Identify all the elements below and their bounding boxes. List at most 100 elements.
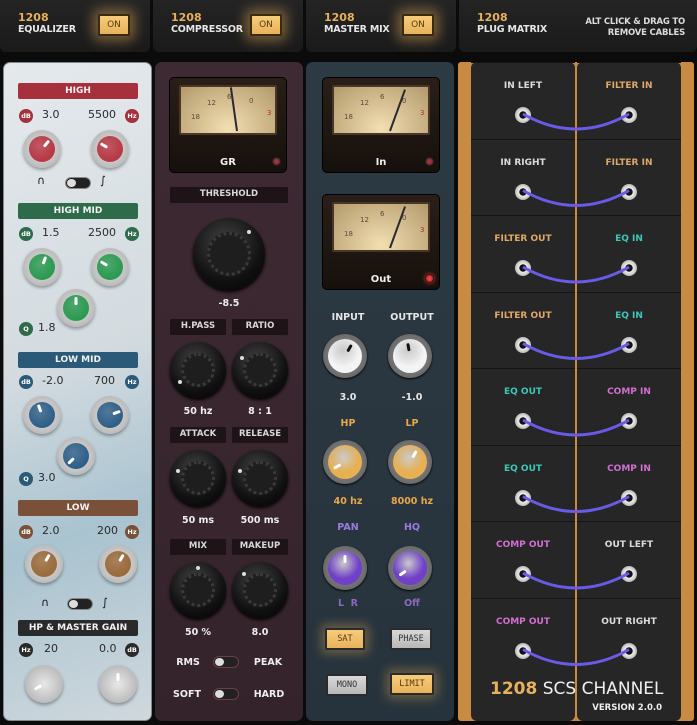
knob-gear xyxy=(181,353,215,387)
low-gain-knob[interactable] xyxy=(25,545,63,583)
db-unit-badge: dB xyxy=(125,643,139,657)
threshold-knob[interactable] xyxy=(193,218,265,290)
low-mid-q-knob[interactable] xyxy=(57,437,95,475)
patch-jack[interactable] xyxy=(621,413,637,429)
hz-unit-badge: Hz xyxy=(125,375,139,389)
knob-cap xyxy=(97,402,123,428)
meter-scale-label: 18 xyxy=(191,113,200,121)
input-knob[interactable] xyxy=(323,334,367,378)
meter-label: GR xyxy=(220,157,236,168)
hq-knob[interactable] xyxy=(388,546,432,590)
low-mid-freq-value: 700 xyxy=(94,374,115,387)
equalizer-on-button[interactable]: ON xyxy=(98,14,130,36)
compressor-panel: 18 12 6 0 3 GR THRESHOLD -8.5 H.PASS RATIO 5… xyxy=(155,62,303,721)
patch-cell-left: FILTER OUT xyxy=(471,291,575,368)
patch-jack[interactable] xyxy=(515,260,531,276)
meter-label: In xyxy=(375,157,387,168)
knob-position-dot xyxy=(196,566,200,570)
low-freq-knob[interactable] xyxy=(99,545,137,583)
shelf-curve-icon: ∫ xyxy=(100,174,106,187)
patch-jack[interactable] xyxy=(621,566,637,582)
product-brand: 1208 xyxy=(490,679,538,699)
patch-jack[interactable] xyxy=(621,260,637,276)
soft-hard-toggle[interactable] xyxy=(213,688,239,700)
master-mix-on-button[interactable]: ON xyxy=(402,14,434,36)
meter-needle xyxy=(388,206,406,249)
plug-matrix-header: 1208 PLUG MATRIX ALT CLICK & DRAG TO REMO… xyxy=(459,0,697,52)
low-shape-toggle[interactable] xyxy=(67,598,93,610)
patch-jack[interactable] xyxy=(515,489,531,506)
hp-knob[interactable] xyxy=(323,440,367,484)
patch-jack[interactable] xyxy=(515,642,531,659)
makeup-value: 8.0 xyxy=(251,627,269,638)
limit-button[interactable]: LIMIT xyxy=(390,673,434,695)
lp-knob[interactable] xyxy=(388,440,432,484)
knob-gear xyxy=(243,353,277,387)
q-unit-badge: Q xyxy=(19,472,33,486)
lp-value: 8000 hz xyxy=(390,496,434,507)
meter-scale-label: 3 xyxy=(420,226,425,234)
master-gain-knob[interactable] xyxy=(99,665,137,703)
patch-jack[interactable] xyxy=(515,566,531,582)
phase-button[interactable]: PHASE xyxy=(390,628,432,650)
pan-knob[interactable] xyxy=(323,546,367,590)
knob-cap xyxy=(328,445,362,479)
meter-scale-label: 12 xyxy=(360,216,369,224)
makeup-knob[interactable] xyxy=(232,562,288,618)
db-unit-badge: dB xyxy=(19,109,33,123)
module-name: EQUALIZER xyxy=(18,24,76,35)
hp-knob[interactable] xyxy=(25,665,63,703)
version-label: VERSION 2.0.0 xyxy=(592,703,662,713)
mix-knob[interactable] xyxy=(170,562,226,618)
patch-cell-left: FILTER OUT xyxy=(471,215,575,291)
meter-needle xyxy=(388,89,406,132)
output-knob[interactable] xyxy=(388,334,432,378)
low-mid-gain-knob[interactable] xyxy=(23,396,61,434)
high-gain-knob[interactable] xyxy=(23,130,61,168)
gr-led xyxy=(272,157,281,166)
high-mid-q-knob[interactable] xyxy=(57,289,95,327)
meter-scale-label: 18 xyxy=(344,230,353,238)
high-freq-knob[interactable] xyxy=(91,130,129,168)
patch-jack[interactable] xyxy=(621,336,637,353)
hint-line-1: ALT CLICK & DRAG TO xyxy=(585,17,685,27)
patch-cell-right: COMP IN xyxy=(577,368,681,444)
release-label: RELEASE xyxy=(232,427,288,443)
remove-cables-hint: ALT CLICK & DRAG TO REMOVE CABLES xyxy=(585,17,685,39)
patch-jack[interactable] xyxy=(621,183,637,200)
mono-button[interactable]: MONO xyxy=(326,674,368,696)
bell-curve-icon: ∩ xyxy=(37,174,46,187)
hp-value: 20 xyxy=(44,642,58,655)
rms-peak-toggle[interactable] xyxy=(213,656,239,668)
ratio-knob[interactable] xyxy=(232,342,288,398)
meter-scale-label: 6 xyxy=(380,210,385,218)
attack-knob[interactable] xyxy=(170,450,226,506)
patch-jack[interactable] xyxy=(621,107,637,123)
patch-jack[interactable] xyxy=(515,413,531,429)
low-mid-band-title: LOW MID xyxy=(18,352,138,368)
brand-label: 1208 xyxy=(324,11,355,24)
knob-position-dot xyxy=(238,469,242,473)
compressor-on-button[interactable]: ON xyxy=(250,14,282,36)
hp-value: 40 hz xyxy=(333,496,363,507)
patch-jack[interactable] xyxy=(515,336,531,353)
high-mid-gain-knob[interactable] xyxy=(23,248,61,286)
patch-jack[interactable] xyxy=(515,183,531,200)
patch-cell-right: EQ IN xyxy=(577,215,681,291)
patch-jack[interactable] xyxy=(515,107,531,123)
sat-button[interactable]: SAT xyxy=(325,628,365,650)
release-knob[interactable] xyxy=(232,450,288,506)
high-shape-toggle[interactable] xyxy=(65,177,91,189)
knob-cap xyxy=(97,136,123,162)
hq-value: Off xyxy=(404,598,420,609)
low-mid-freq-knob[interactable] xyxy=(91,396,129,434)
product-title: 1208 SCS CHANNEL xyxy=(490,679,664,699)
patch-point-label: FILTER OUT xyxy=(494,310,552,321)
mix-label: MIX xyxy=(170,539,226,555)
knob-gear xyxy=(181,461,215,495)
patch-jack[interactable] xyxy=(621,642,637,659)
high-mid-freq-knob[interactable] xyxy=(91,248,129,286)
hpass-knob[interactable] xyxy=(170,342,226,398)
lp-label: LP xyxy=(405,418,419,429)
patch-jack[interactable] xyxy=(621,489,637,506)
